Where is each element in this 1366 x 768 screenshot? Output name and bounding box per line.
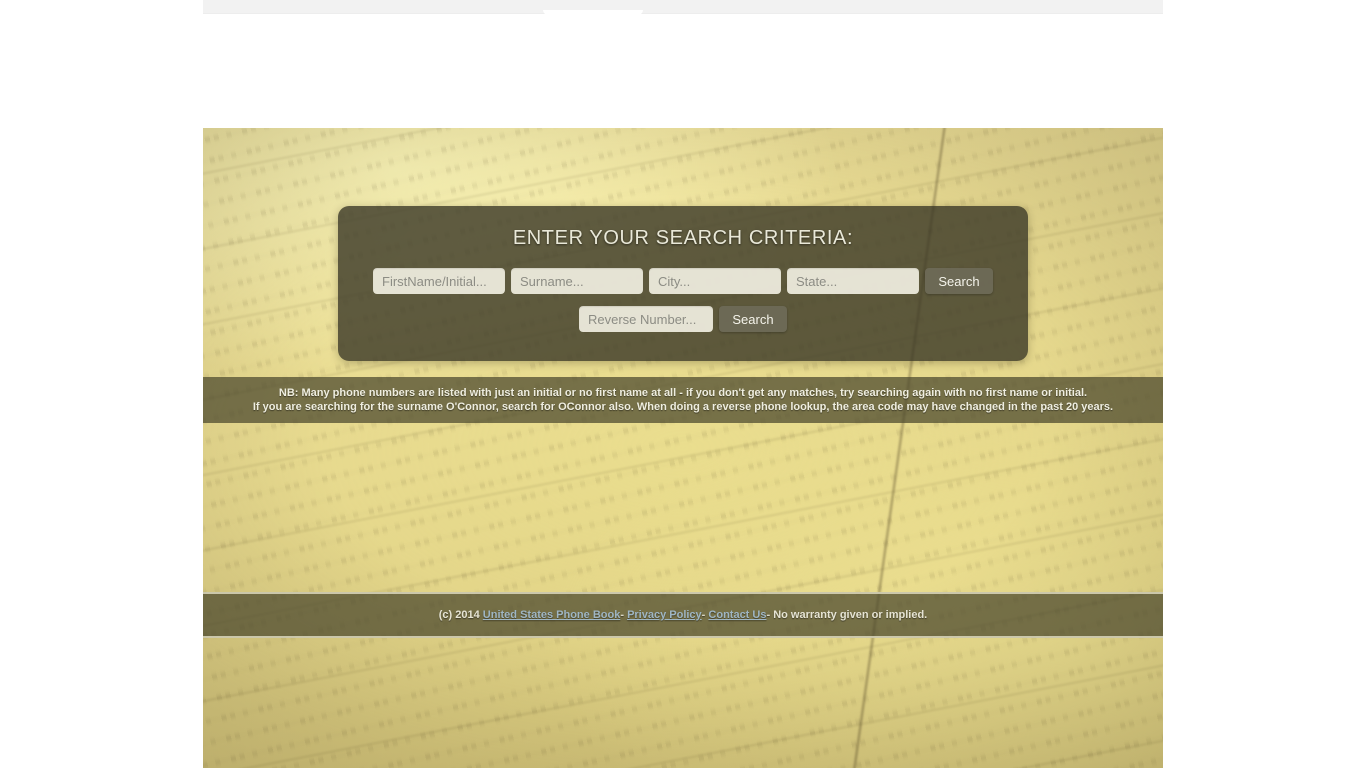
footer-bar: (c) 2014 United States Phone Book- Priva… <box>203 592 1163 638</box>
link-contact-us[interactable]: Contact Us <box>708 609 766 621</box>
footer-separator-1: - <box>620 609 624 621</box>
city-input[interactable] <box>649 268 781 294</box>
name-search-button[interactable]: Search <box>925 268 993 294</box>
footer-disclaimer: No warranty given or implied. <box>773 609 928 621</box>
browser-tab-notch <box>543 10 643 15</box>
page-content: ENTER YOUR SEARCH CRITERIA: Search Searc… <box>203 128 1163 768</box>
footer-separator-3: - <box>766 609 771 621</box>
link-united-states-phone-book[interactable]: United States Phone Book <box>483 609 621 621</box>
footer-separator-2: - <box>701 609 706 621</box>
notice-line-2: If you are searching for the surname O'C… <box>252 401 1114 413</box>
link-privacy-policy[interactable]: Privacy Policy <box>627 609 702 621</box>
firstname-input[interactable] <box>373 268 505 294</box>
surname-input[interactable] <box>511 268 643 294</box>
footer-copyright: (c) 2014 <box>438 609 480 621</box>
notice-bar: NB: Many phone numbers are listed with j… <box>203 377 1163 423</box>
reverse-search-button[interactable]: Search <box>719 306 787 332</box>
reverse-search-row: Search <box>338 306 1028 332</box>
footer-text: (c) 2014 United States Phone Book- Priva… <box>439 609 928 621</box>
search-panel: ENTER YOUR SEARCH CRITERIA: Search Searc… <box>338 206 1028 361</box>
notice-line-1: NB: Many phone numbers are listed with j… <box>278 387 1088 399</box>
state-input[interactable] <box>787 268 919 294</box>
reverse-number-input[interactable] <box>579 306 713 332</box>
name-search-row: Search <box>338 268 1028 294</box>
page-title: ENTER YOUR SEARCH CRITERIA: <box>512 227 854 249</box>
browser-chrome-strip <box>203 0 1163 15</box>
